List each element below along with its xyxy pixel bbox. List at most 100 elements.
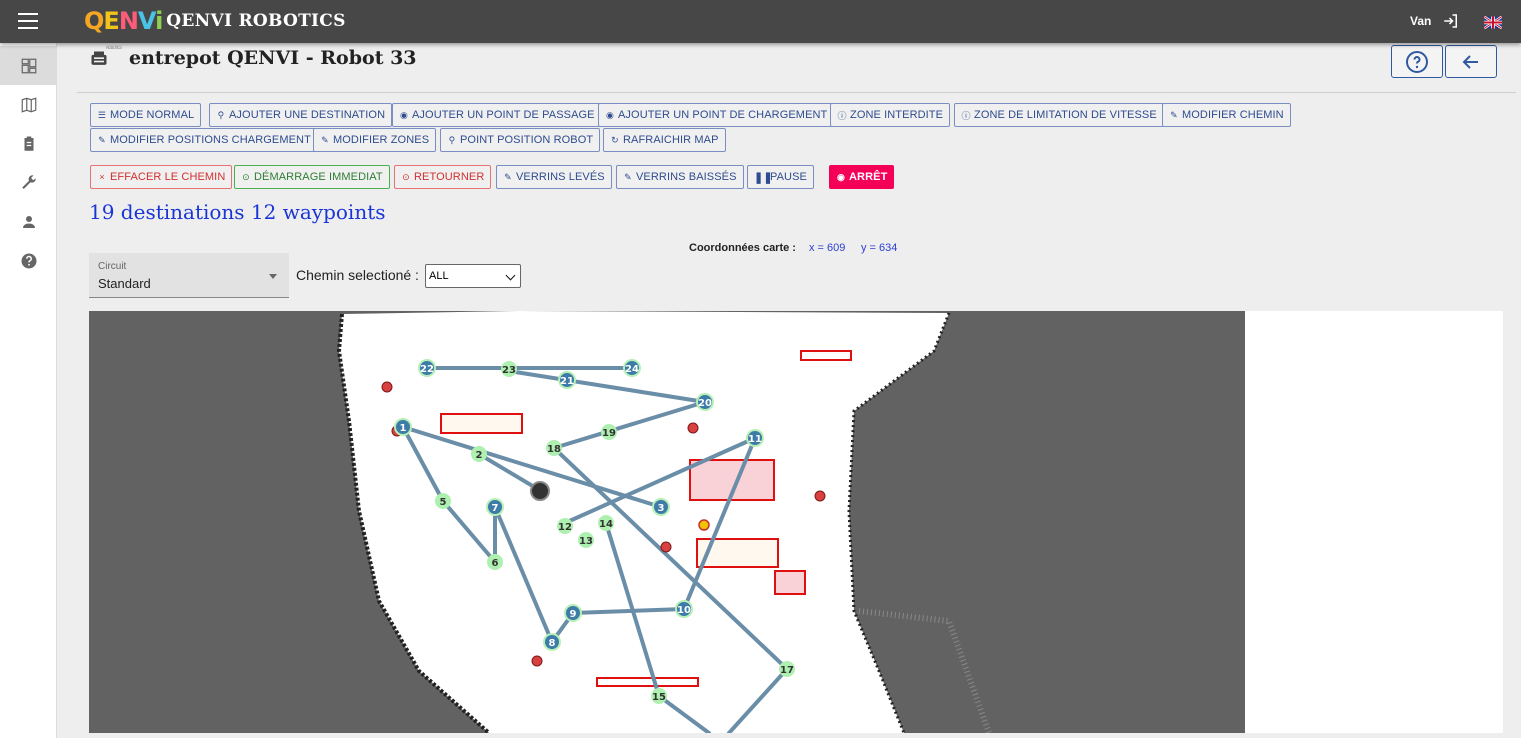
map-canvas[interactable]: 22 23 21 24 20 1 2 18 19 11 5 7 3 12 14 …: [89, 311, 1245, 733]
map-node[interactable]: 23: [501, 361, 517, 377]
back-button[interactable]: [1445, 45, 1497, 78]
map-node[interactable]: 22: [418, 359, 436, 377]
add-charging-point-button[interactable]: ◉ AJOUTER UN POINT DE CHARGEMENT: [598, 103, 835, 127]
map-node[interactable]: 7: [486, 498, 504, 516]
edit-icon: ✎: [624, 171, 632, 182]
stop-button[interactable]: ◉ ARRÊT: [829, 165, 895, 189]
robot-target-marker[interactable]: [698, 519, 710, 531]
logout-icon[interactable]: [1442, 12, 1460, 30]
uk-flag-icon[interactable]: [1484, 16, 1502, 29]
map-node[interactable]: 12: [557, 518, 573, 534]
charging-marker[interactable]: [531, 655, 543, 667]
sidebar-item-users[interactable]: [0, 202, 57, 241]
svg-text:9: 9: [570, 609, 577, 620]
map-node[interactable]: 21: [558, 371, 576, 389]
speed-limit-zone-button[interactable]: ⓘ ZONE DE LIMITATION DE VITESSE: [954, 103, 1164, 127]
map-node[interactable]: 6: [487, 554, 503, 570]
map-node[interactable]: 15: [651, 688, 667, 704]
coords-y: y = 634: [861, 242, 898, 254]
coords-x: x = 609: [809, 242, 846, 254]
map-node[interactable]: 11: [746, 429, 764, 447]
circuit-value: Standard: [98, 276, 151, 291]
speed-zone[interactable]: [596, 677, 699, 687]
refresh-icon: ↻: [611, 134, 619, 145]
add-waypoint-button[interactable]: ◉ AJOUTER UN POINT DE PASSAGE: [392, 103, 602, 127]
return-button[interactable]: ⊙ RETOURNER: [394, 165, 492, 189]
edit-icon: ✎: [1170, 109, 1178, 120]
map-node[interactable]: 1: [394, 418, 412, 436]
warehouse-map[interactable]: 22 23 21 24 20 1 2 18 19 11 5 7 3 12 14 …: [89, 311, 1245, 733]
charging-marker[interactable]: [381, 381, 393, 393]
map-node[interactable]: 9: [564, 604, 582, 622]
svg-text:21: 21: [560, 376, 574, 387]
edit-zones-button[interactable]: ✎ MODIFIER ZONES: [313, 128, 437, 152]
svg-text:1: 1: [400, 423, 407, 434]
charging-marker[interactable]: [660, 541, 672, 553]
map-node[interactable]: 18: [546, 440, 562, 456]
jacks-down-button[interactable]: ✎ VERRINS BAISSÉS: [616, 165, 744, 189]
user-name: Van: [1410, 14, 1432, 28]
pause-button[interactable]: ❚❚ PAUSE: [747, 165, 814, 189]
jacks-up-button[interactable]: ✎ VERRINS LEVÉS: [496, 165, 612, 189]
brand-logo: QENVi ROBOTICS QENVI ROBOTICS: [84, 4, 346, 50]
sidebar-item-help[interactable]: [0, 241, 57, 280]
svg-text:3: 3: [658, 503, 665, 514]
edit-path-button[interactable]: ✎ MODIFIER CHEMIN: [1162, 103, 1291, 127]
svg-text:13: 13: [579, 536, 593, 547]
play-icon: ⊙: [242, 171, 250, 182]
refresh-map-button[interactable]: ↻ RAFRAICHIR MAP: [603, 128, 726, 152]
charging-marker[interactable]: [687, 422, 699, 434]
info-icon: ⓘ: [837, 110, 847, 121]
svg-text:2: 2: [476, 450, 483, 461]
sidebar-item-dashboard[interactable]: [0, 46, 57, 85]
top-app-bar: QENVi ROBOTICS QENVI ROBOTICS Van: [0, 0, 1521, 50]
clear-path-button[interactable]: × EFFACER LE CHEMIN: [90, 165, 233, 189]
arrow-left-icon: [1462, 54, 1478, 69]
map-node[interactable]: 3: [652, 498, 670, 516]
mode-normal-button[interactable]: ☰ MODE NORMAL: [90, 103, 202, 127]
svg-text:22: 22: [420, 364, 434, 375]
map-node[interactable]: 10: [675, 600, 693, 618]
sidebar-item-maintenance[interactable]: [0, 163, 57, 202]
wrench-icon: [21, 174, 36, 189]
coords-label: Coordonnées carte :: [689, 242, 796, 254]
svg-text:12: 12: [558, 522, 572, 533]
robot-marker[interactable]: [530, 481, 550, 501]
forbidden-zone[interactable]: [774, 570, 806, 595]
list-icon: ☰: [97, 109, 107, 120]
path-select[interactable]: ALL: [425, 264, 521, 288]
sidebar-item-tasks[interactable]: [0, 124, 57, 163]
sidebar-item-map[interactable]: [0, 85, 57, 124]
pause-icon: ❚❚: [754, 171, 773, 184]
map-node[interactable]: 14: [598, 515, 614, 531]
svg-text:7: 7: [492, 503, 499, 514]
edit-charging-positions-button[interactable]: ✎ MODIFIER POSITIONS CHARGEMENT: [90, 128, 318, 152]
map-node[interactable]: 20: [696, 393, 714, 411]
circuit-select[interactable]: Circuit Standard: [89, 253, 289, 298]
map-node[interactable]: 8: [543, 633, 561, 651]
map-node[interactable]: 24: [623, 359, 641, 377]
map-node[interactable]: 5: [435, 493, 451, 509]
map-node[interactable]: 2: [471, 446, 487, 462]
add-destination-button[interactable]: ⚲ AJOUTER UNE DESTINATION: [209, 103, 393, 127]
edit-icon: ✎: [504, 171, 512, 182]
stop-icon: ◉: [837, 171, 845, 182]
map-node[interactable]: 13: [578, 532, 594, 548]
map-node[interactable]: 19: [601, 424, 617, 440]
menu-icon[interactable]: [18, 13, 38, 29]
robot-position-point-button[interactable]: ⚲ POINT POSITION ROBOT: [440, 128, 601, 152]
radio-icon: ◉: [400, 109, 408, 120]
pin-icon: ⚲: [217, 109, 225, 120]
svg-text:5: 5: [440, 497, 447, 508]
forbidden-zone-button[interactable]: ⓘ ZONE INTERDITE: [830, 103, 951, 127]
radio-icon: ◉: [606, 109, 614, 120]
return-icon: ⊙: [402, 171, 410, 182]
map-node[interactable]: 17: [779, 661, 795, 677]
help-button[interactable]: [1391, 45, 1443, 78]
speed-zone[interactable]: [800, 350, 852, 361]
speed-zone[interactable]: [440, 413, 523, 434]
circuit-label: Circuit: [98, 261, 127, 272]
pin-icon: ⚲: [448, 134, 456, 145]
immediate-start-button[interactable]: ⊙ DÉMARRAGE IMMEDIAT: [234, 165, 390, 189]
charging-marker[interactable]: [814, 490, 826, 502]
